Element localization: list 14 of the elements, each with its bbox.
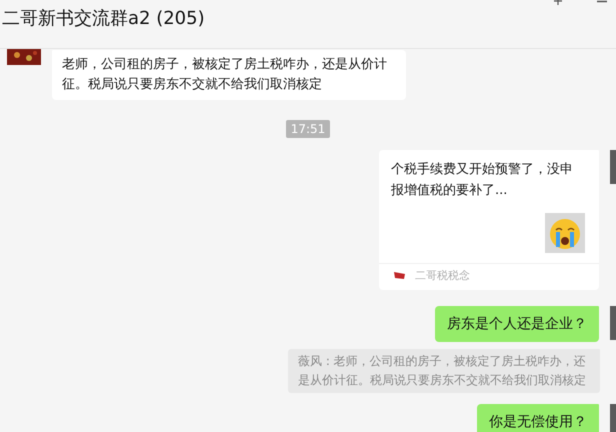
message-bubble: 房东是个人还是企业？	[435, 306, 599, 342]
timestamp: 17:51	[286, 120, 330, 138]
avatar[interactable]	[7, 49, 41, 65]
shared-card[interactable]: 个税手续费又开始预警了，没申报增值税的要补了... 二哥税税念	[379, 150, 599, 290]
pin-icon[interactable]	[553, 0, 563, 6]
card-source: 二哥税税念	[415, 268, 470, 284]
quoted-message: 薇风 : 老师，公司租的房子，被核定了房土税咋办，还是从价计征。税局说只要房东不交就不给我们取消核定	[288, 349, 600, 393]
crying-face-icon	[545, 213, 585, 253]
message-bubble: 你是无偿使用？	[477, 404, 599, 432]
more-icon[interactable]	[597, 0, 607, 4]
message-bubble: 老师，公司租的房子，被核定了房土税咋办，还是从价计征。税局说只要房东不交就不给我们取消核定	[52, 50, 406, 100]
chat-title: 二哥新书交流群a2 (205)	[2, 7, 205, 31]
card-title: 个税手续费又开始预警了，没申报增值税的要补了...	[390, 161, 574, 200]
flag-icon	[393, 271, 407, 281]
